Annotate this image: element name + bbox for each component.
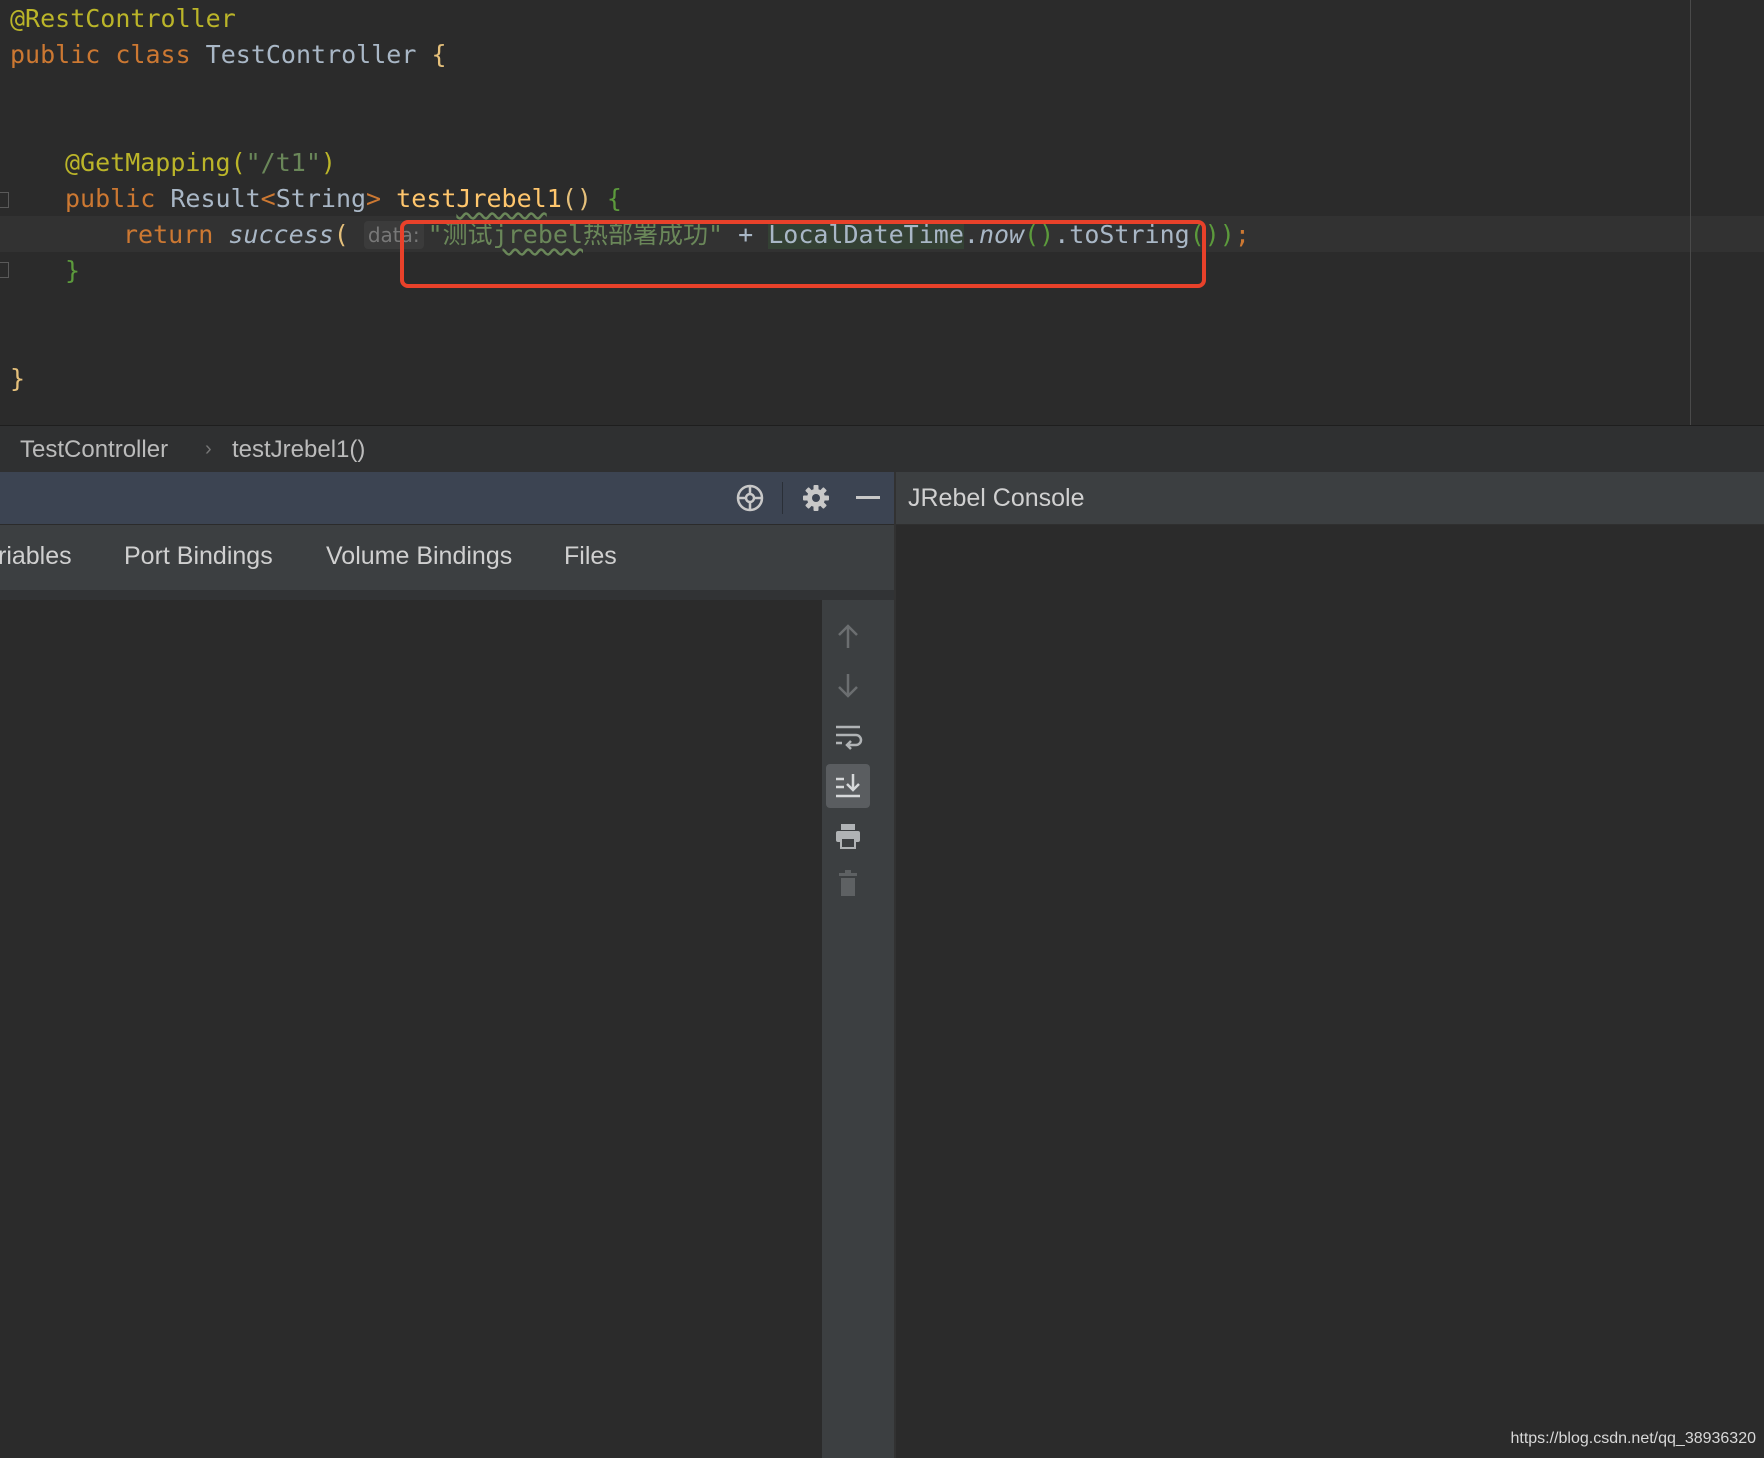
minimize-icon[interactable] bbox=[852, 482, 884, 514]
tab-files[interactable]: Files bbox=[564, 525, 617, 587]
breadcrumb-separator: › bbox=[205, 438, 212, 460]
scroll-to-end-icon[interactable] bbox=[826, 764, 870, 808]
code-line-2[interactable]: public class TestController { bbox=[10, 37, 447, 73]
brace: { bbox=[591, 184, 622, 213]
class-name: TestController bbox=[205, 40, 417, 69]
annotation: @RestController bbox=[10, 4, 236, 33]
tab-environment-variables[interactable]: riables bbox=[0, 525, 72, 587]
breadcrumb-item-class[interactable]: TestController bbox=[20, 426, 168, 473]
code-line-1[interactable]: @RestController bbox=[10, 1, 236, 37]
arrow-down-icon[interactable] bbox=[826, 664, 870, 708]
tab-port-bindings[interactable]: Port Bindings bbox=[124, 525, 273, 587]
brace: } bbox=[65, 256, 81, 285]
type-name: Result bbox=[170, 184, 261, 213]
right-margin-guide bbox=[1690, 0, 1691, 425]
code-editor[interactable]: @RestController public class TestControl… bbox=[0, 0, 1764, 425]
arrow-up-icon[interactable] bbox=[826, 614, 870, 658]
highlight-box bbox=[400, 220, 1206, 288]
breadcrumb: TestController › testJrebel1() bbox=[0, 425, 1764, 473]
jrebel-console-header: JRebel Console bbox=[896, 472, 1764, 525]
type-name: String bbox=[275, 184, 367, 213]
crosshair-icon[interactable] bbox=[734, 482, 766, 514]
code-line-6[interactable]: public Result<String> testJrebel1() { bbox=[65, 181, 622, 217]
method-name-part: Jrebel bbox=[456, 184, 547, 213]
soft-wrap-icon[interactable] bbox=[826, 714, 870, 758]
keyword: return bbox=[123, 220, 229, 249]
brace: } bbox=[10, 364, 26, 393]
left-panel-content[interactable] bbox=[0, 600, 822, 1458]
jrebel-console-output[interactable] bbox=[896, 525, 1764, 1458]
annotation: @GetMapping( bbox=[65, 148, 246, 177]
code-line-5[interactable]: @GetMapping("/t1") bbox=[65, 145, 336, 181]
watermark: https://blog.csdn.net/qq_38936320 bbox=[1510, 1430, 1756, 1447]
method-name-part: test bbox=[396, 184, 457, 213]
keyword: public bbox=[65, 184, 171, 213]
code-line-11[interactable]: } bbox=[10, 361, 25, 397]
panel-gap bbox=[0, 590, 894, 600]
print-icon[interactable] bbox=[826, 814, 870, 858]
paren: ( bbox=[333, 220, 364, 249]
jrebel-console-title: JRebel Console bbox=[908, 484, 1085, 512]
tab-volume-bindings[interactable]: Volume Bindings bbox=[326, 525, 512, 587]
paren: () bbox=[561, 184, 592, 213]
left-panel-header bbox=[0, 472, 894, 524]
fold-marker-icon[interactable] bbox=[0, 192, 9, 208]
left-panel-tabs: riables Port Bindings Volume Bindings Fi… bbox=[0, 524, 894, 591]
paren: ) bbox=[320, 148, 336, 177]
semicolon: ; bbox=[1234, 220, 1250, 249]
code-line-8[interactable]: } bbox=[65, 253, 80, 289]
header-divider bbox=[782, 482, 783, 514]
trash-icon[interactable] bbox=[826, 862, 870, 906]
generic-bracket: > bbox=[366, 184, 382, 213]
keyword: public class bbox=[10, 40, 206, 69]
brace: { bbox=[416, 40, 447, 69]
breadcrumb-item-method[interactable]: testJrebel1() bbox=[232, 426, 365, 473]
generic-bracket: < bbox=[260, 184, 276, 213]
gear-icon[interactable] bbox=[800, 482, 832, 514]
fold-marker-icon[interactable] bbox=[0, 262, 9, 278]
console-toolstrip bbox=[822, 600, 894, 1458]
string-literal: "/t1" bbox=[245, 148, 321, 177]
method-name-part: 1 bbox=[546, 184, 562, 213]
method-call: success bbox=[228, 220, 334, 249]
